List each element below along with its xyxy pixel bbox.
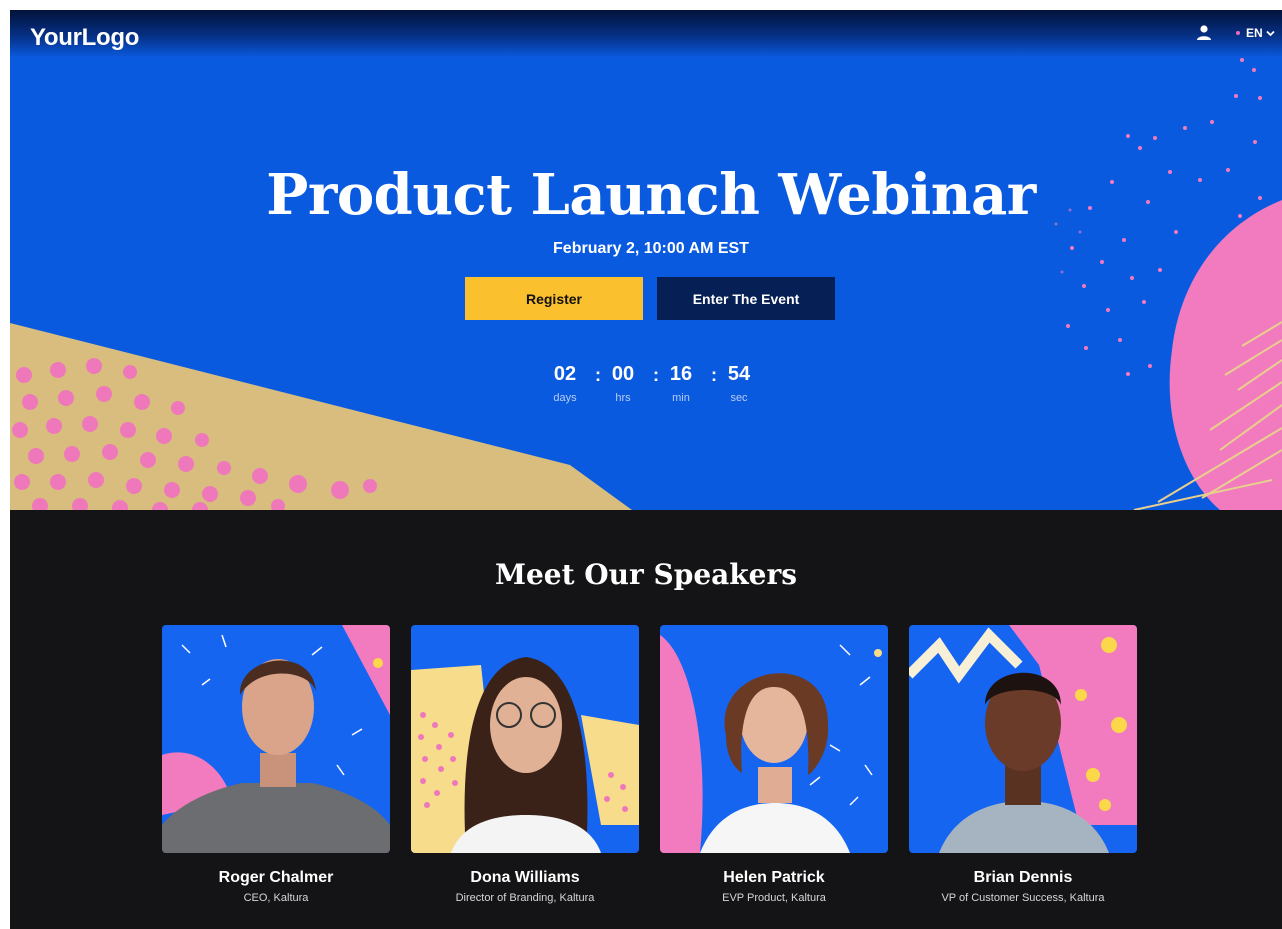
countdown-separator: : — [653, 365, 659, 385]
event-title: Product Launch Webinar — [266, 162, 1036, 228]
speaker-card[interactable]: Dona Williams Director of Branding, Kalt… — [411, 625, 639, 904]
countdown-hours: 00 hrs — [603, 363, 643, 404]
chevron-down-icon — [1266, 30, 1275, 36]
speaker-photo — [411, 625, 639, 853]
language-selector[interactable]: EN — [1236, 24, 1275, 42]
countdown-separator: : — [595, 365, 601, 385]
user-account-button[interactable] — [1196, 24, 1212, 42]
page: YourLogo EN Product Launch Webinar Febru… — [10, 10, 1282, 929]
speaker-photo — [660, 625, 888, 853]
speaker-role: VP of Customer Success, Kaltura — [941, 892, 1105, 904]
speaker-role: CEO, Kaltura — [243, 892, 309, 904]
countdown-separator: : — [711, 365, 717, 385]
speaker-name: Roger Chalmer — [218, 869, 334, 886]
enter-event-button[interactable]: Enter The Event — [657, 277, 835, 320]
register-button[interactable]: Register — [465, 277, 643, 320]
speaker-name: Helen Patrick — [723, 869, 825, 886]
speaker-card[interactable]: Roger Chalmer CEO, Kaltura — [162, 625, 390, 904]
speaker-name: Brian Dennis — [973, 869, 1073, 886]
site-logo[interactable]: YourLogo — [30, 24, 139, 52]
speakers-heading: Meet Our Speakers — [494, 558, 798, 591]
speaker-role: Director of Branding, Kaltura — [455, 892, 595, 904]
top-bar: YourLogo EN — [10, 10, 1282, 58]
countdown-hours-value: 00 — [611, 363, 635, 385]
countdown-days-value: 02 — [553, 363, 577, 385]
decorative-dot — [1236, 31, 1240, 35]
user-icon — [1197, 25, 1211, 40]
language-label: EN — [1246, 26, 1263, 40]
countdown-seconds: 54 sec — [719, 363, 759, 404]
speaker-photo — [162, 625, 390, 853]
speaker-name: Dona Williams — [470, 869, 580, 886]
countdown-seconds-label: sec — [730, 392, 748, 404]
countdown-timer: 02 days : 00 hrs : 16 min : 54 sec — [545, 363, 757, 413]
countdown-days: 02 days — [545, 363, 585, 404]
speaker-card[interactable]: Brian Dennis VP of Customer Success, Kal… — [909, 625, 1137, 904]
countdown-days-label: days — [553, 392, 577, 404]
speaker-role: EVP Product, Kaltura — [722, 892, 826, 904]
hero-background-art — [10, 58, 1282, 510]
countdown-hours-label: hrs — [615, 392, 631, 404]
countdown-seconds-value: 54 — [727, 363, 751, 385]
speaker-card[interactable]: Helen Patrick EVP Product, Kaltura — [660, 625, 888, 904]
speaker-photo — [909, 625, 1137, 853]
countdown-minutes-value: 16 — [669, 363, 693, 385]
hero-section: YourLogo EN Product Launch Webinar Febru… — [10, 10, 1282, 510]
countdown-minutes: 16 min — [661, 363, 701, 404]
countdown-minutes-label: min — [672, 392, 690, 404]
event-date: February 2, 10:00 AM EST — [553, 240, 749, 257]
